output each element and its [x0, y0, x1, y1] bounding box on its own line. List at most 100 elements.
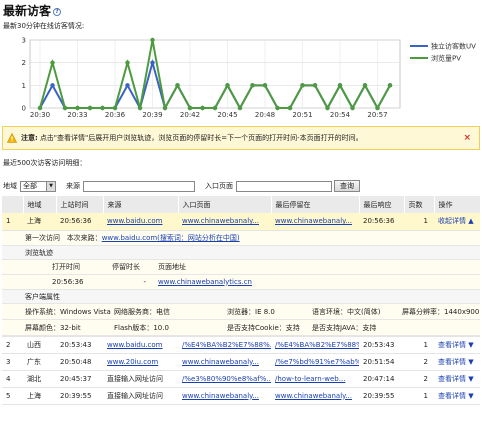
- attr-resolution: 屏幕分辨率：1440x900: [402, 307, 480, 316]
- row-source-link[interactable]: www.20iu.com: [107, 358, 158, 366]
- y-tick-label: 2: [22, 59, 26, 67]
- client-attrs-heading: 客户端属性: [2, 289, 480, 304]
- col-header-pages: 页数: [404, 196, 435, 213]
- attr-os: 操作系统：Windows Vista: [25, 307, 111, 316]
- attr-isp: 网络服务商：电信: [114, 307, 170, 316]
- row-entry-link[interactable]: /%e3%80%90%e8%af%...: [182, 375, 271, 383]
- row-entry-link[interactable]: www.chinawebanaly...: [182, 392, 259, 400]
- query-button[interactable]: 查询: [334, 180, 360, 192]
- view-details-button[interactable]: 查看详情 ▼: [438, 341, 474, 349]
- data-point: [87, 105, 93, 111]
- close-icon[interactable]: ×: [463, 133, 471, 143]
- row-last-page-link[interactable]: /%E4%BA%B2%E7%88%...: [275, 341, 359, 349]
- legend-label: 独立访客数UV: [431, 42, 476, 51]
- row-source-text: 直接输入网址访问: [103, 387, 178, 405]
- data-point: [287, 105, 293, 111]
- data-point: [387, 83, 393, 88]
- first-visit-label: 第一次访问: [25, 233, 60, 242]
- x-tick-label: 20:30: [30, 111, 50, 119]
- data-point: [187, 105, 193, 111]
- y-tick-label: 0: [22, 105, 26, 113]
- col-header-last-page: 最后停留在: [271, 196, 360, 213]
- detail-row: 第一次访问 本次来路：www.baidu.com(搜索词：网站分析在中国) 浏览…: [2, 230, 480, 337]
- data-point: [150, 37, 155, 43]
- x-tick-label: 20:48: [255, 111, 275, 119]
- data-point: [112, 105, 118, 111]
- table-row: 2 山西 20:53:43 www.baidu.com /%E4%BA%B2%E…: [2, 336, 480, 354]
- row-index: 4: [2, 370, 23, 388]
- row-source-link[interactable]: www.baidu.com: [107, 217, 163, 225]
- row-pages: 2: [404, 353, 434, 371]
- row-region: 上海: [23, 213, 56, 231]
- col-header-index: [2, 196, 24, 213]
- row-time: 20:53:43: [56, 336, 103, 354]
- row-last-page-link[interactable]: www.chinawebanaly...: [275, 392, 352, 400]
- row-last-page-link[interactable]: www.chinawebanaly...: [275, 217, 352, 225]
- row-last-response: 20:56:36: [359, 213, 404, 231]
- entry-input[interactable]: [236, 180, 332, 192]
- view-details-button[interactable]: 查看详情 ▼: [438, 358, 474, 366]
- trail-url-link[interactable]: www.chinawebanalytics.cn: [158, 275, 252, 289]
- col-header-time: 上站时间: [56, 196, 104, 213]
- view-details-button[interactable]: 查看详情 ▼: [438, 392, 474, 400]
- data-point: [225, 83, 230, 88]
- trail-time: 20:56:36: [52, 277, 84, 286]
- y-tick-label: 3: [22, 37, 26, 45]
- trail-col-stay: 停留时长: [112, 262, 140, 271]
- data-point: [375, 105, 380, 111]
- data-point: [75, 105, 80, 111]
- x-tick-label: 20:42: [180, 111, 200, 119]
- table-row: 3 广东 20:50:48 www.20iu.com www.chinaweba…: [2, 353, 480, 371]
- view-details-button[interactable]: 查看详情 ▼: [438, 375, 474, 383]
- row-index: 2: [2, 336, 23, 354]
- data-point: [337, 83, 343, 88]
- x-tick-label: 20:45: [217, 111, 237, 119]
- attr-cookie: 是否支持Cookie：支持: [227, 323, 300, 332]
- client-attrs-row-1: 操作系统：Windows Vista 网络服务商：电信 浏览器：IE 8.0 语…: [2, 304, 480, 320]
- legend-label: 浏览量PV: [431, 54, 461, 63]
- data-point: [250, 83, 255, 88]
- chevron-down-icon: ▼: [46, 181, 55, 191]
- table-row: 1 上海 20:56:36 www.baidu.com www.chinaweb…: [2, 213, 480, 231]
- row-time: 20:50:48: [56, 353, 103, 371]
- source-label-detail: 本次来路：: [66, 233, 102, 242]
- row-time: 20:45:37: [56, 370, 103, 388]
- data-point: [325, 105, 330, 111]
- row-entry-link[interactable]: www.chinawebanaly...: [182, 358, 259, 366]
- row-pages: 1: [404, 213, 434, 231]
- collapse-details-button[interactable]: 收起详情 ▲: [438, 217, 474, 225]
- data-point: [100, 105, 105, 111]
- region-select[interactable]: 全部 ▼: [20, 180, 56, 192]
- trail-col-open-time: 打开时间: [52, 262, 80, 271]
- data-point: [350, 105, 355, 111]
- x-tick-label: 20:51: [292, 111, 312, 119]
- row-entry-link[interactable]: /%E4%BA%B2%E7%88%...: [182, 341, 271, 349]
- trail-stay: -: [143, 277, 146, 286]
- row-last-response: 20:47:14: [359, 370, 404, 388]
- row-region: 湖北: [23, 370, 56, 388]
- y-tick-label: 1: [22, 82, 26, 90]
- col-header-action: 操作: [434, 196, 481, 213]
- x-tick-label: 20:54: [330, 111, 351, 119]
- data-point: [312, 83, 318, 88]
- page-title-text: 最新访客: [3, 4, 52, 18]
- data-point: [162, 105, 168, 111]
- search-source-link[interactable]: www.baidu.com(搜索词：网站分析在中国): [102, 234, 240, 242]
- col-header-source: 来源: [103, 196, 179, 213]
- row-last-page-link[interactable]: /how-to-learn-web...: [275, 375, 345, 383]
- row-index: 1: [2, 213, 23, 231]
- row-source-link[interactable]: www.baidu.com: [107, 341, 163, 349]
- notice-bar: 注意: 点击"查看详情"后展开用户浏览轨迹，浏览页面的停留时长=下一个页面的打开…: [2, 126, 480, 150]
- attr-browser: 浏览器：IE 8.0: [227, 307, 275, 316]
- data-point: [300, 83, 305, 88]
- row-time: 20:39:55: [56, 387, 103, 405]
- row-last-page-link[interactable]: /%e7%bd%91%e7%ab%...: [275, 358, 359, 366]
- help-icon[interactable]: ?: [53, 7, 62, 16]
- data-point: [275, 105, 280, 111]
- col-header-last-response: 最后响应: [359, 196, 405, 213]
- row-entry-link[interactable]: www.chinawebanaly...: [182, 217, 259, 225]
- source-input[interactable]: [83, 180, 195, 192]
- trail-header-row: 打开时间 停留时长 页面地址: [2, 260, 480, 275]
- page-title: 最新访客?: [3, 2, 62, 19]
- x-tick-label: 20:39: [142, 111, 162, 119]
